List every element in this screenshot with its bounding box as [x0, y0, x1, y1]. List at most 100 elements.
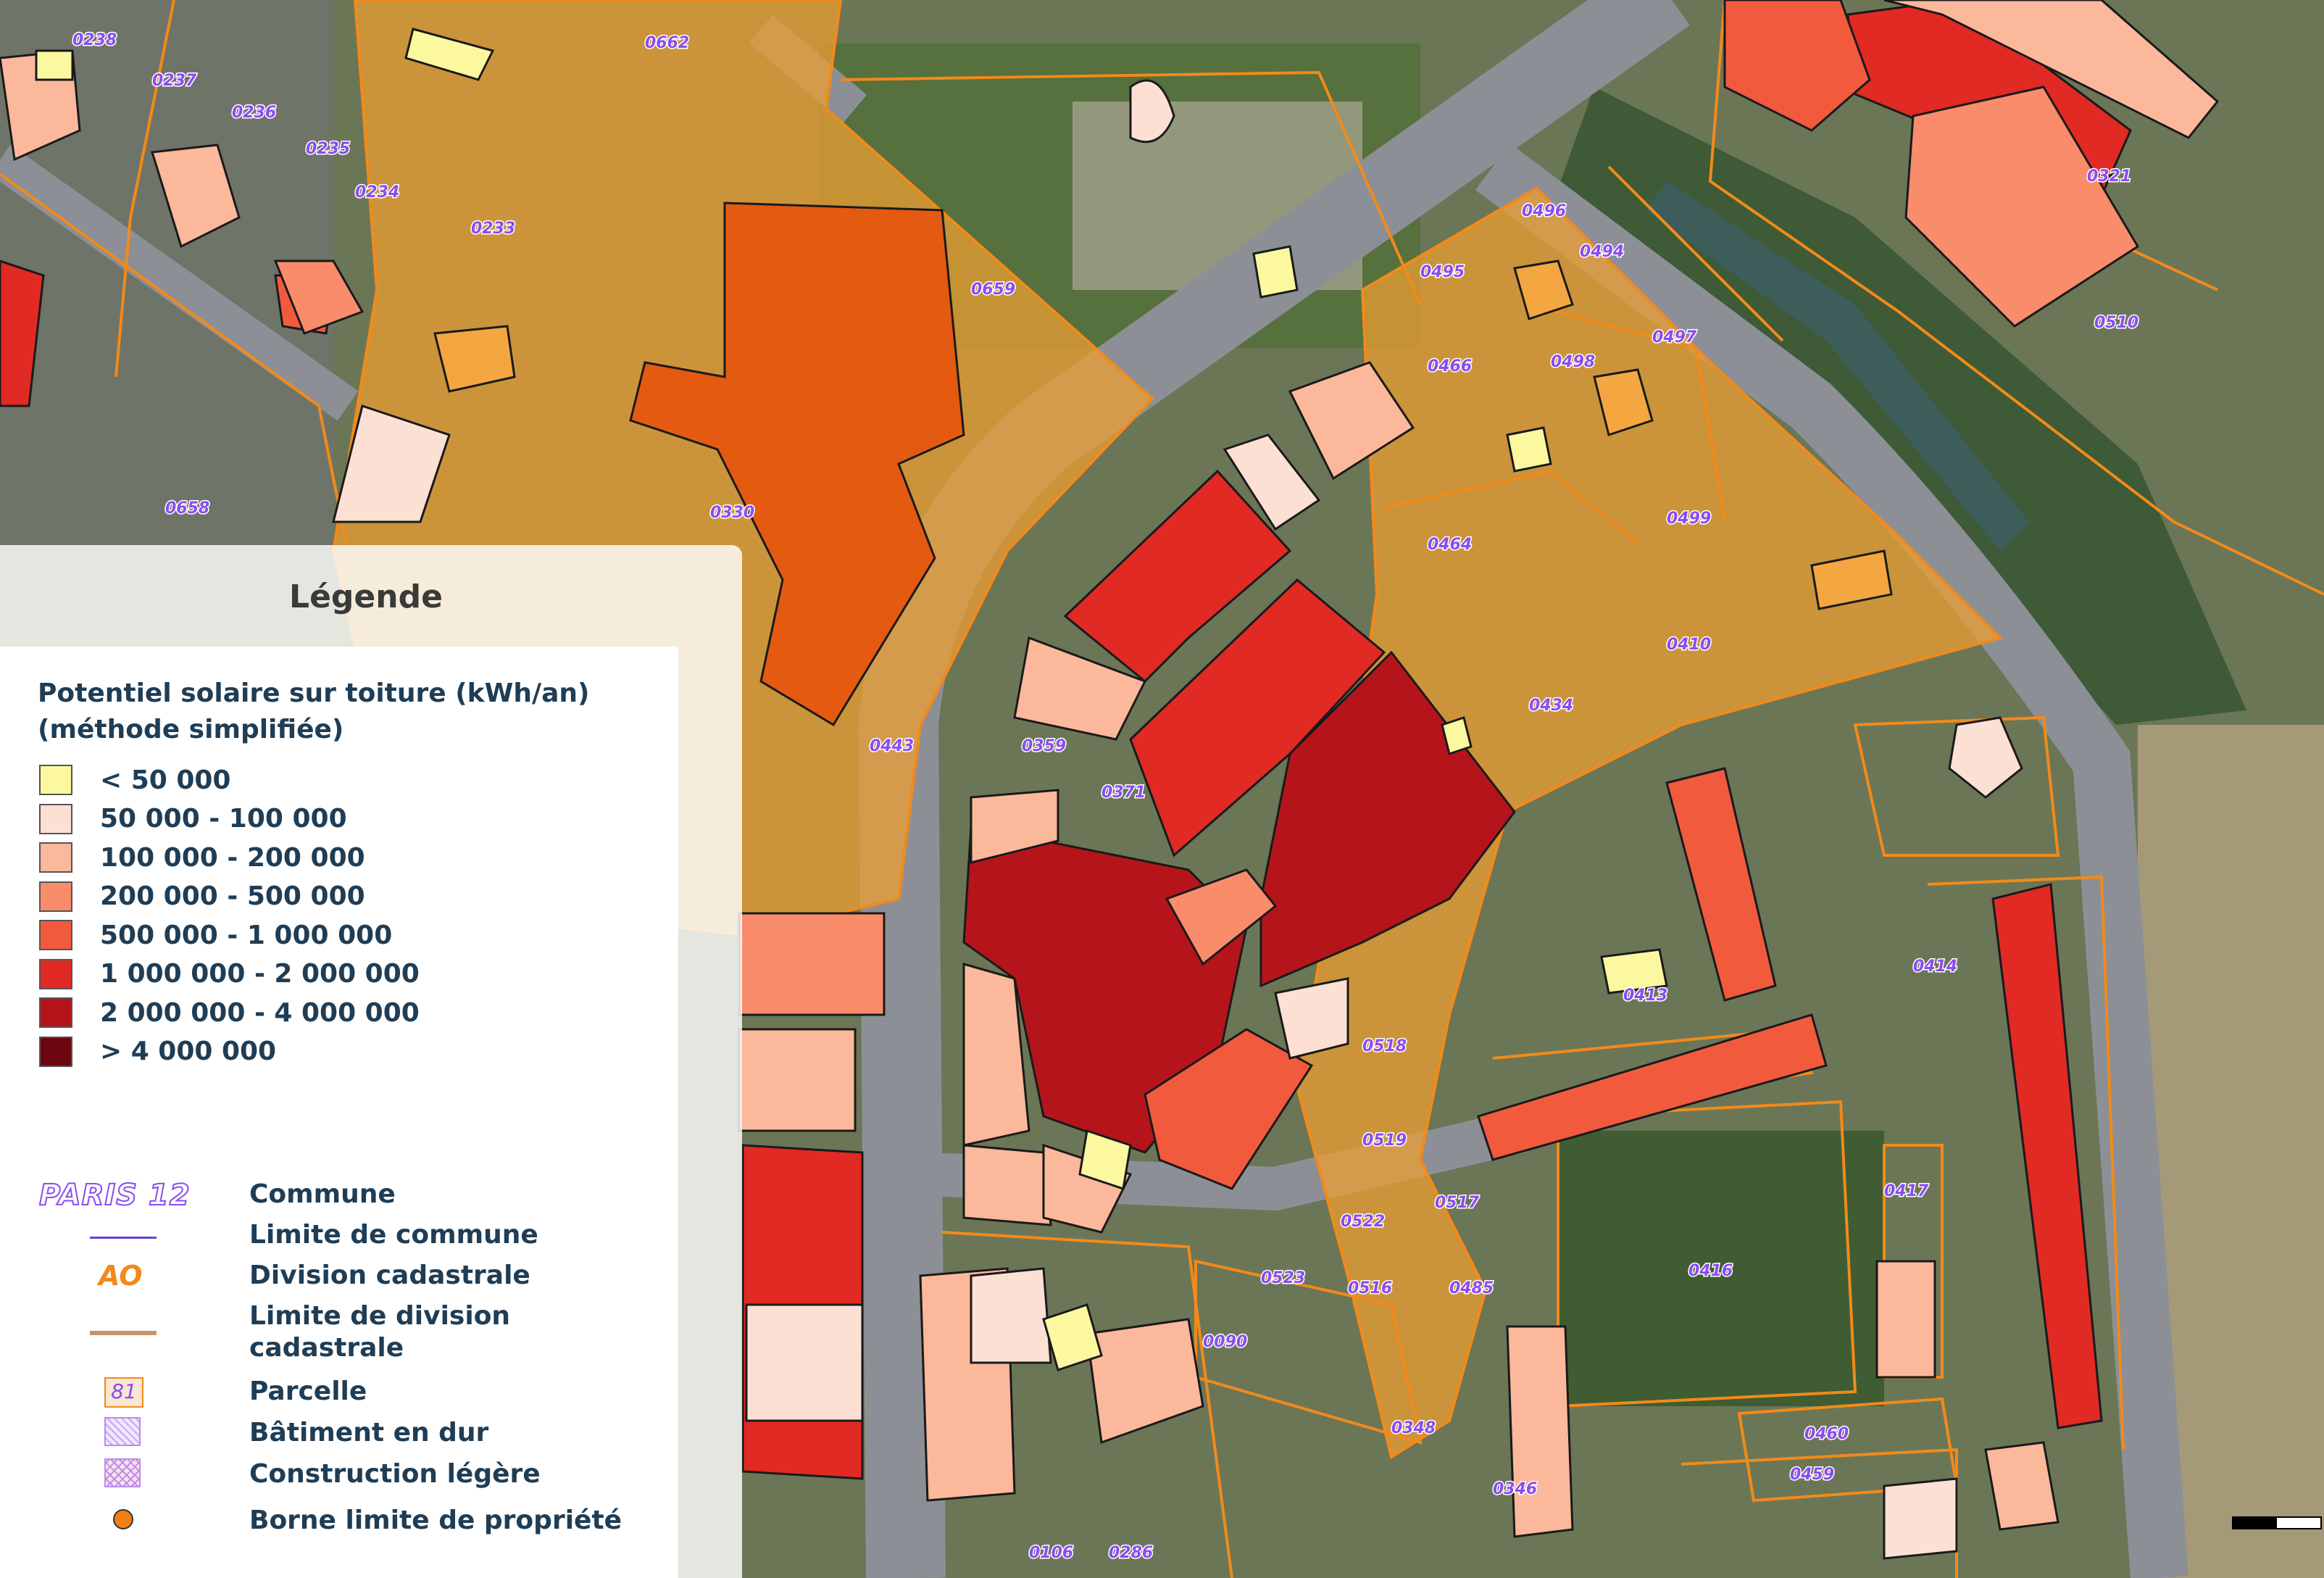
boundary-marker-label: Borne limite de propriété [249, 1506, 622, 1535]
parcel-label: Parcelle [249, 1376, 367, 1406]
legend-entry-parcel: 81 Parcelle [39, 1376, 367, 1412]
legend-section-title: Potentiel solaire sur toiture (kWh/an) (… [38, 676, 589, 748]
legend-class-swatch [39, 1036, 72, 1067]
legend-class-item: < 50 000 [39, 764, 230, 796]
legend-class-swatch [39, 803, 72, 834]
parcel-number-label: 0106 [1029, 1544, 1073, 1562]
legend-class-item: 500 000 - 1 000 000 [39, 919, 392, 951]
parcel-number-label: 0359 [1022, 737, 1066, 755]
parcel-number-label: 0516 [1348, 1279, 1392, 1297]
parcel-number-label: 0417 [1884, 1182, 1929, 1200]
parcel-number-label: 0519 [1362, 1131, 1407, 1150]
commune-symbol: PARIS 12 [38, 1178, 213, 1215]
building-class-under-50k[interactable] [35, 49, 74, 81]
hard-building-label: Bâtiment en dur [249, 1418, 489, 1448]
building-class-under-50k[interactable] [1252, 245, 1299, 299]
parcel-number-label: 0485 [1449, 1279, 1494, 1297]
parcel-number-label: 0410 [1667, 636, 1711, 654]
parcel-number-label: 0434 [1529, 697, 1573, 715]
division-limit-label-line2: cadastrale [249, 1333, 404, 1363]
parcel-number-label: 0321 [2087, 167, 2131, 186]
parcel-number-label: 0090 [1203, 1333, 1247, 1351]
division-limit-label-line1: Limite de division [249, 1301, 511, 1331]
legend-class-swatch [39, 765, 72, 795]
parcel-number-label: 0414 [1913, 958, 1957, 976]
legend-title: Légende [289, 578, 443, 615]
parcel-number-label: 0459 [1790, 1466, 1834, 1484]
legend-entry-division-limit: Limite de division cadastrale [39, 1300, 510, 1364]
legend-entry-light-construction: Construction légère [39, 1458, 541, 1495]
parcel-number-label: 0416 [1688, 1262, 1733, 1280]
legend-class-label: 100 000 - 200 000 [100, 842, 365, 873]
parcel-number-label: 0517 [1435, 1194, 1480, 1212]
parcel-number-label: 0496 [1522, 202, 1566, 220]
parcel-number-label: 0235 [306, 140, 350, 158]
parcel-number-label: 0346 [1493, 1480, 1537, 1498]
legend-class-item: 50 000 - 100 000 [39, 803, 347, 835]
parcel-number-label: 0497 [1652, 328, 1697, 346]
legend-class-item: > 4 000 000 [39, 1036, 276, 1068]
legend-class-item: 2 000 000 - 4 000 000 [39, 997, 420, 1029]
parcel-number-label: 0233 [471, 220, 515, 238]
legend-class-swatch [39, 920, 72, 950]
building-class-under-50k[interactable] [1506, 426, 1552, 473]
building-class-50k-100k[interactable] [1883, 1477, 1958, 1560]
legend-class-label: < 50 000 [100, 765, 231, 795]
division-limit-symbol [39, 1300, 213, 1337]
parcel-number-label: 0494 [1580, 243, 1624, 261]
commune-limit-label: Limite de commune [249, 1220, 538, 1250]
parcel-number-label: 0236 [232, 104, 276, 122]
parcel-number-label: 0460 [1804, 1425, 1849, 1443]
legend-class-swatch [39, 842, 72, 873]
legend-entry-commune-limit: Limite de commune [39, 1219, 538, 1255]
parcel-number-label: 0443 [870, 737, 914, 755]
parcel-number-label: 0658 [165, 499, 209, 518]
parcel-number-label: 0523 [1261, 1269, 1305, 1287]
parcel-sample-box: 81 [104, 1377, 143, 1408]
legend-entry-division: AO Division cadastrale [39, 1260, 530, 1296]
parcel-number-label: 0237 [152, 72, 197, 90]
parcel-number-label: 0522 [1341, 1213, 1385, 1231]
division-sample-text: AO [99, 1260, 143, 1292]
hard-building-symbol [39, 1417, 213, 1453]
legend-class-item: 1 000 000 - 2 000 000 [39, 958, 420, 990]
legend-class-swatch [39, 881, 72, 912]
legend-class-swatch [39, 997, 72, 1028]
legend-section-title-line1: Potentiel solaire sur toiture (kWh/an) [38, 678, 590, 708]
legend-class-label: 50 000 - 100 000 [100, 804, 347, 834]
parcel-symbol: 81 [39, 1376, 213, 1412]
legend-class-label: 200 000 - 500 000 [100, 881, 365, 911]
scale-bar [2232, 1516, 2322, 1529]
division-symbol: AO [39, 1260, 213, 1296]
parcel-number-label: 0413 [1623, 987, 1667, 1005]
building-class-200k-500k[interactable] [738, 912, 886, 1016]
light-construction-label: Construction légère [249, 1459, 541, 1489]
building-class-50k-100k[interactable] [1274, 977, 1349, 1060]
parcel-number-label: 0499 [1667, 510, 1711, 528]
legend-entry-commune: PARIS 12 Commune [38, 1178, 396, 1215]
building-class-50k-100k[interactable] [745, 1303, 864, 1422]
parcel-number-label: 0348 [1391, 1419, 1436, 1437]
building-class-100k-200k[interactable] [1875, 1260, 1936, 1379]
legend-class-item: 200 000 - 500 000 [39, 881, 365, 913]
parcel-number-label: 0234 [355, 183, 399, 202]
legend-class-label: 2 000 000 - 4 000 000 [100, 997, 420, 1028]
parcel-number-label: 0510 [2094, 314, 2138, 332]
parcel-number-label: 0662 [645, 34, 689, 52]
parcel-number-label: 0495 [1420, 263, 1465, 281]
parcel-number-label: 0286 [1109, 1544, 1153, 1562]
legend-section-title-line2: (méthode simplifiée) [38, 715, 344, 744]
building-class-50k-100k[interactable] [970, 1267, 1052, 1364]
legend-class-label: 500 000 - 1 000 000 [100, 920, 393, 950]
legend-class-label: 1 000 000 - 2 000 000 [100, 959, 420, 989]
legend-entry-boundary-marker: Borne limite de propriété [39, 1505, 622, 1541]
light-construction-symbol [39, 1458, 213, 1495]
building-class-100k-200k[interactable] [1506, 1325, 1574, 1538]
legend-class-swatch [39, 958, 72, 989]
division-label: Division cadastrale [249, 1261, 530, 1290]
commune-limit-symbol [39, 1219, 213, 1255]
commune-label: Commune [249, 1179, 396, 1209]
building-class-100k-200k[interactable] [962, 1144, 1052, 1226]
building-class-100k-200k[interactable] [738, 1028, 857, 1132]
parcel-number-label: 0659 [971, 281, 1015, 299]
